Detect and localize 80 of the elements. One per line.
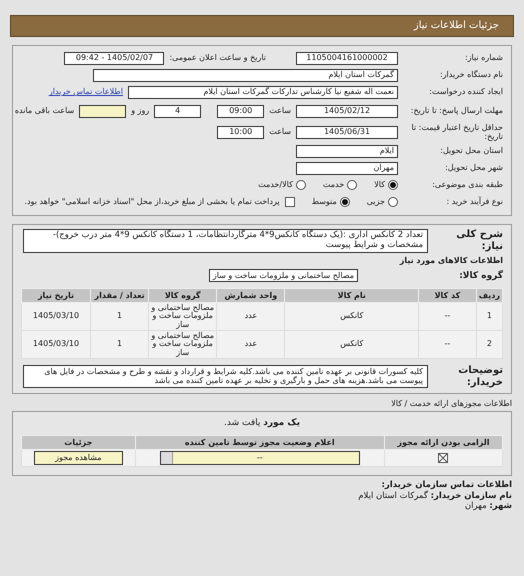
radio-label: جزیی	[366, 197, 385, 207]
radio-button[interactable]	[347, 180, 358, 190]
column-header: اعلام وضعیت مجوز توسط تامین کننده	[135, 435, 384, 450]
deadline-time-field[interactable]: 09:00	[217, 104, 264, 118]
field-label: استان محل تحویل:	[439, 146, 503, 156]
goods-group-field[interactable]: مصالح ساختمانی و ملزومات ساخت و ساز	[208, 269, 358, 282]
table-cell: 2	[476, 330, 502, 359]
buyer-field[interactable]: گمرکات استان ایلام	[93, 68, 398, 82]
table-cell: --	[418, 330, 476, 359]
checkbox-label: پرداخت تمام یا بخشی از مبلغ خرید،از محل "اسناد خزانه اسلامی" خواهد بود.	[24, 197, 280, 207]
field-label: نوع فرآیند خرید :	[445, 197, 503, 207]
field-label: توضیحات خریدار:	[457, 365, 503, 388]
field-label: طبقه بندی موضوعی:	[431, 180, 503, 190]
announce-date-field[interactable]: 1405/02/07 - 09:42	[64, 52, 164, 64]
field-label: شهر محل تحویل:	[444, 163, 503, 173]
validity-date-field[interactable]: 1405/06/31	[296, 126, 398, 138]
field-value: مهران	[464, 501, 487, 512]
column-header: تاریخ نیاز	[22, 288, 90, 302]
radio-label: متوسط	[312, 197, 337, 207]
table-cell: 1	[90, 330, 149, 359]
column-header: واحد شمارش	[216, 288, 285, 302]
view-license-button[interactable]: مشاهده مجوز	[34, 450, 123, 465]
field-label: نام دستگاه خریدار:	[439, 70, 503, 80]
contact-title: اطلاعات تماس سازمان خریدار:	[380, 480, 512, 490]
city-field[interactable]: مهران	[296, 162, 398, 174]
field-label: ساعت	[269, 106, 291, 116]
table-cell: 1405/03/10	[22, 330, 90, 359]
radio-button[interactable]	[340, 197, 350, 207]
field-label: شهر:	[489, 501, 512, 512]
radio-button[interactable]	[388, 180, 398, 190]
field-label: ایجاد کننده درخواست:	[428, 87, 503, 97]
radio-button[interactable]	[388, 197, 398, 207]
column-header: ردیف	[476, 288, 502, 302]
table-cell: کانکس	[284, 330, 419, 359]
column-header: الزامی بودن ارائه مجوز	[384, 435, 502, 450]
radio-button[interactable]	[296, 180, 306, 190]
field-label: حداقل تاریخ اعتبار قیمت: تا تاریخ:	[410, 122, 503, 142]
field-label: شرح کلی نیاز:	[455, 229, 503, 252]
field-value: گمرکات استان ایلام	[358, 490, 428, 501]
province-field[interactable]: ایلام	[296, 144, 398, 158]
validity-time-field[interactable]: 10:00	[217, 126, 264, 138]
table-cell: 1405/03/10	[22, 302, 90, 331]
deadline-date-field[interactable]: 1405/02/12	[296, 104, 398, 118]
section-title: اطلاعات کالاهای مورد نیاز	[398, 256, 503, 265]
status-dropdown[interactable]: --	[160, 450, 360, 465]
field-label: مهلت ارسال پاسخ: تا تاریخ:	[410, 106, 503, 116]
table-cell: مصالح ساختمانی و ملزومات ساخت و ساز	[148, 302, 217, 331]
section-title: اطلاعات مجوزهای ارائه خدمت / کالا	[390, 399, 512, 408]
table-cell: 1	[90, 302, 149, 331]
table-cell: --	[418, 302, 476, 331]
column-header: کد کالا	[418, 288, 476, 302]
need-number-field[interactable]: 1105004161000002	[296, 52, 398, 64]
days-field[interactable]: 4	[154, 104, 202, 118]
field-label: گروه کالا:	[458, 270, 503, 281]
remaining-hours-field[interactable]	[79, 104, 126, 118]
field-label: ساعت	[269, 127, 291, 137]
field-label: نام سازمان خریدار:	[430, 490, 512, 501]
field-label: تاریخ و ساعت اعلان عمومی:	[169, 53, 266, 63]
checkbox[interactable]	[284, 197, 295, 207]
contact-link[interactable]: اطلاعات تماس خریدار	[48, 87, 123, 97]
table-cell: مصالح ساختمانی و ملزومات ساخت و ساز	[148, 330, 217, 359]
field-label: شماره نیاز:	[464, 53, 503, 63]
notes-field: کلیه کسورات قانونی بر عهده تامین کننده می باشد.کلیه شرایط و قرارداد و نقشه و طرح و مشخصات در فایل های پیوست می باشد.هزینه های حمل و بارگیری و تخلیه بر عهده تامین کننده می باشد	[23, 365, 428, 388]
radio-label: کالا/خدمت	[258, 180, 293, 190]
field-label: روز و	[131, 106, 150, 116]
table-cell: کانکس	[284, 302, 419, 331]
radio-label: کالا	[374, 180, 385, 190]
result-count: یک مورد یافت شد.	[223, 418, 301, 429]
page-title: جزئیات اطلاعات نیاز	[414, 20, 499, 32]
field-label: ساعت باقی مانده	[14, 106, 74, 116]
table-cell: عدد	[216, 302, 285, 331]
column-header: نام کالا	[284, 288, 419, 302]
column-header: تعداد / مقدار	[90, 288, 149, 302]
radio-label: خدمت	[322, 180, 344, 190]
description-field: تعداد 2 کانکس اداری :(یک دستگاه کانکس9*4 مترگاردانتظامات، 1 دستگاه کانکس 9*4 متر درب خروج)-مشخصات و شرایط پیوست	[23, 229, 428, 253]
column-header: گروه کالا	[148, 288, 217, 302]
requester-field[interactable]: نعمت اله شفیع نیا کارشناس تدارکات گمرکات استان ایلام	[128, 86, 398, 98]
column-header: جزئیات	[22, 435, 136, 450]
table-cell: 1	[476, 302, 502, 331]
table-cell: عدد	[216, 330, 285, 359]
